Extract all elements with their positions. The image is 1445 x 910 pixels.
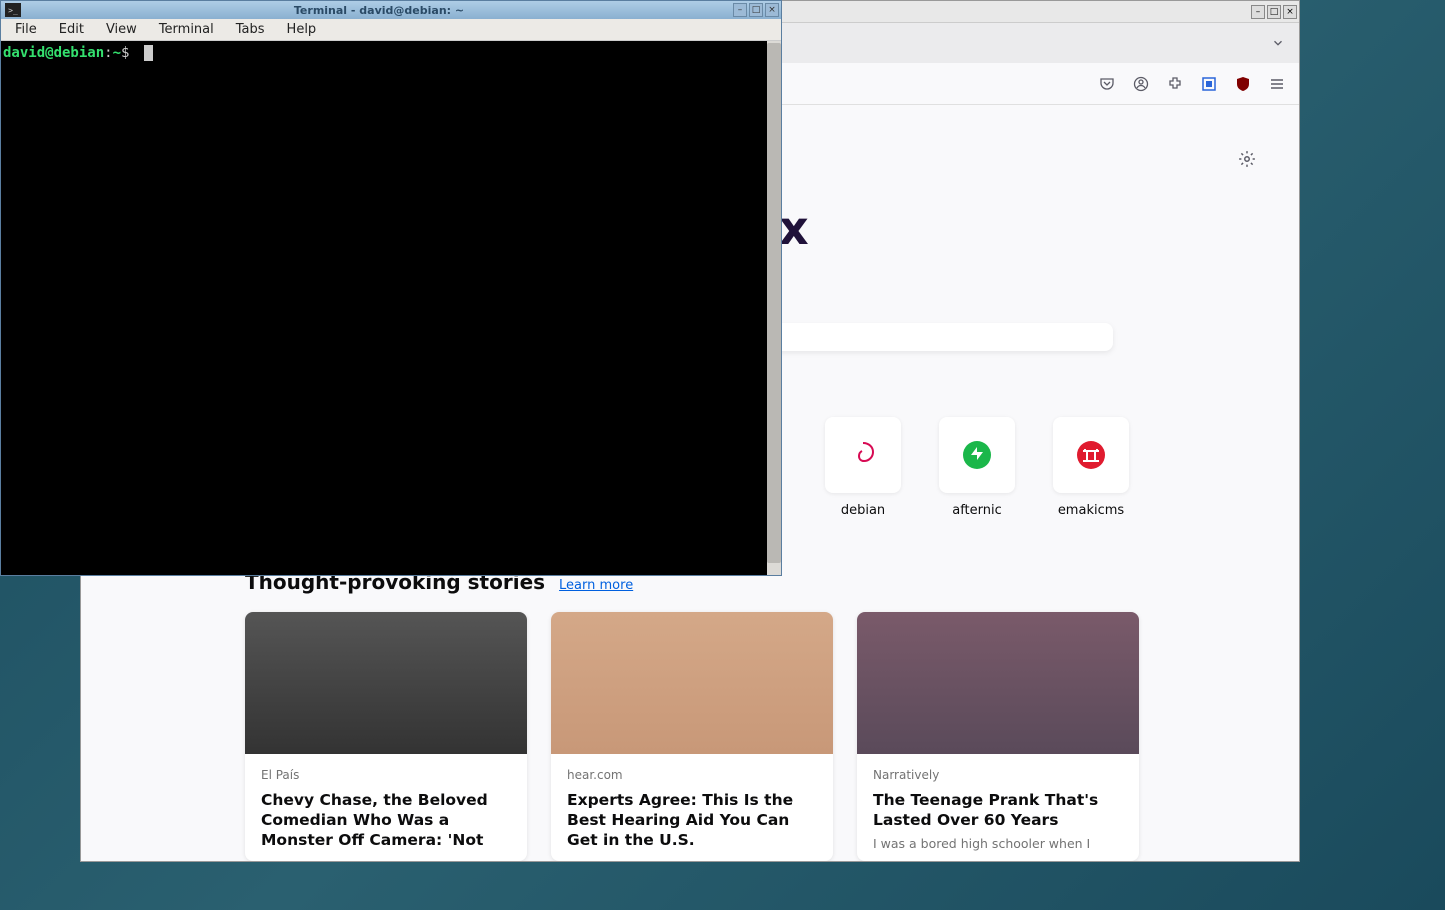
story-source: Narratively <box>873 768 1123 782</box>
story-source: El País <box>261 768 511 782</box>
menu-view[interactable]: View <box>96 20 147 39</box>
story-subtitle: I was a bored high schooler when I <box>873 836 1123 851</box>
shortcut-afternic[interactable]: afternic <box>939 417 1015 518</box>
prompt-separator: : <box>104 45 112 61</box>
shortcut-tile <box>825 417 901 493</box>
terminal-cursor <box>144 45 153 61</box>
stories-section: Thought-provoking stories Learn more El … <box>245 570 1245 861</box>
story-image <box>245 612 527 754</box>
ublock-icon[interactable] <box>1229 70 1257 98</box>
story-title: The Teenage Prank That's Lasted Over 60 … <box>873 790 1123 830</box>
story-image <box>857 612 1139 754</box>
shortcut-debian[interactable]: debian <box>825 417 901 518</box>
menu-edit[interactable]: Edit <box>49 20 94 39</box>
browser-maximize-button[interactable]: □ <box>1267 5 1281 19</box>
menu-file[interactable]: File <box>5 20 47 39</box>
terminal-close-button[interactable]: × <box>765 3 779 17</box>
shortcut-label: emakicms <box>1058 503 1124 518</box>
browser-close-button[interactable]: × <box>1283 5 1297 19</box>
terminal-window: Terminal - david@debian: ~ – □ × File Ed… <box>0 0 782 576</box>
story-image <box>551 612 833 754</box>
shortcut-tile <box>1053 417 1129 493</box>
menu-terminal[interactable]: Terminal <box>149 20 224 39</box>
shortcut-emakicms[interactable]: emakicms <box>1053 417 1129 518</box>
top-sites: debian afternic emakicms <box>825 417 1129 518</box>
story-card[interactable]: hear.com Experts Agree: This Is the Best… <box>551 612 833 861</box>
container-icon[interactable] <box>1195 70 1223 98</box>
shortcut-label: afternic <box>952 503 1002 518</box>
prompt-user: david@debian <box>3 45 104 61</box>
menu-tabs[interactable]: Tabs <box>226 20 275 39</box>
shortcut-tile <box>939 417 1015 493</box>
learn-more-link[interactable]: Learn more <box>559 578 633 593</box>
scrollbar-thumb[interactable] <box>767 43 781 563</box>
browser-minimize-button[interactable]: – <box>1251 5 1265 19</box>
settings-gear-icon[interactable] <box>1233 145 1261 173</box>
terminal-titlebar[interactable]: Terminal - david@debian: ~ – □ × <box>1 1 781 19</box>
terminal-scrollbar[interactable] <box>767 41 781 575</box>
menu-help[interactable]: Help <box>277 20 327 39</box>
terminal-body[interactable]: david@debian:~$ <box>1 41 767 575</box>
account-icon[interactable] <box>1127 70 1155 98</box>
prompt-path: ~ <box>113 45 121 61</box>
story-title: Experts Agree: This Is the Best Hearing … <box>567 790 817 850</box>
terminal-app-icon <box>5 3 21 17</box>
terminal-maximize-button[interactable]: □ <box>749 3 763 17</box>
pocket-icon[interactable] <box>1093 70 1121 98</box>
story-card[interactable]: El País Chevy Chase, the Beloved Comedia… <box>245 612 527 861</box>
app-menu-icon[interactable] <box>1263 70 1291 98</box>
terminal-title: Terminal - david@debian: ~ <box>25 4 733 17</box>
terminal-minimize-button[interactable]: – <box>733 3 747 17</box>
firefox-logo-text: x <box>779 201 809 255</box>
story-title: Chevy Chase, the Beloved Comedian Who Wa… <box>261 790 511 850</box>
story-card[interactable]: Narratively The Teenage Prank That's Las… <box>857 612 1139 861</box>
tab-list-button[interactable] <box>1269 34 1287 52</box>
extensions-icon[interactable] <box>1161 70 1189 98</box>
story-source: hear.com <box>567 768 817 782</box>
terminal-menubar: File Edit View Terminal Tabs Help <box>1 19 781 41</box>
prompt-dollar: $ <box>121 45 129 61</box>
shortcut-label: debian <box>841 503 885 518</box>
